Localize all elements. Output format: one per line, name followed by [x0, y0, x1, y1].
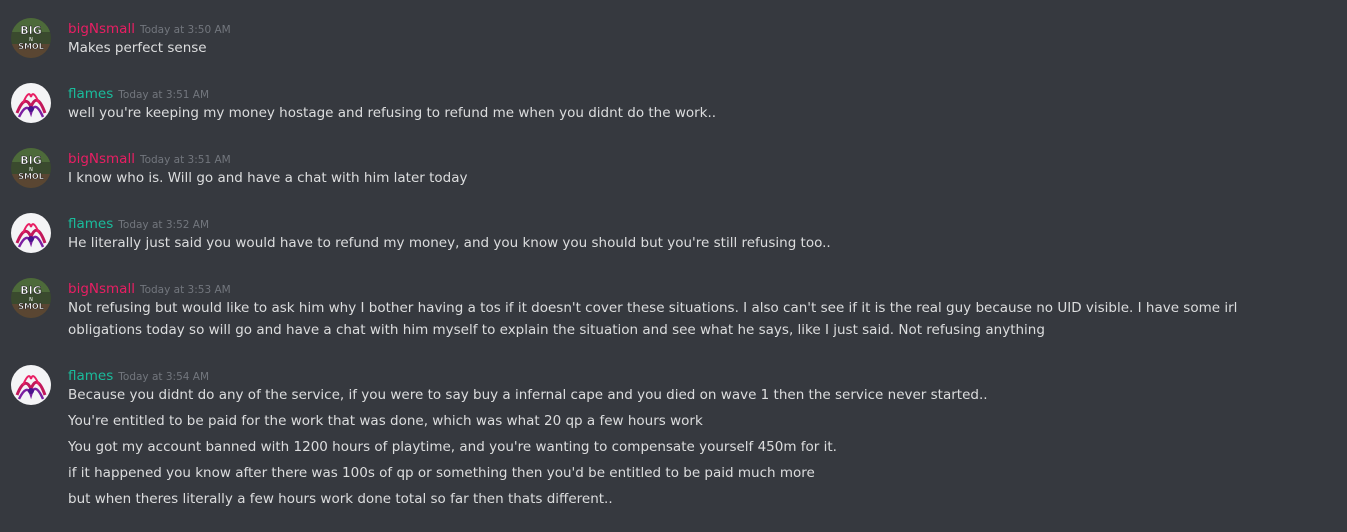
- flames-avatar-icon[interactable]: [11, 213, 51, 253]
- timestamp: Today at 3:54 AM: [118, 371, 210, 383]
- timestamp: Today at 3:51 AM: [118, 89, 210, 101]
- message-text: I know who is. Will go and have a chat w…: [68, 170, 468, 186]
- message-text: You're entitled to be paid for the work …: [68, 413, 703, 429]
- username[interactable]: flames: [68, 216, 113, 232]
- message-header: flames Today at 3:52 AM: [68, 213, 209, 233]
- chat-messages: BIG N SMOL bigNsmall Today at 3:50 AM Mak…: [0, 0, 1347, 532]
- svg-text:BIG: BIG: [20, 154, 42, 167]
- message-text: if it happened you know after there was …: [68, 465, 815, 481]
- flames-avatar-icon[interactable]: [11, 365, 51, 405]
- message-text: Not refusing but would like to ask him w…: [68, 300, 1238, 338]
- message-text: but when theres literally a few hours wo…: [68, 491, 613, 507]
- message-header: flames Today at 3:54 AM: [68, 365, 209, 385]
- timestamp: Today at 3:50 AM: [139, 24, 231, 36]
- message-text: well you're keeping my money hostage and…: [68, 105, 717, 121]
- message-header: bigNsmall Today at 3:53 AM: [68, 278, 231, 298]
- big-n-smol-avatar-icon[interactable]: BIG N SMOL: [11, 278, 51, 318]
- timestamp: Today at 3:53 AM: [139, 284, 231, 296]
- username[interactable]: bigNsmall: [68, 21, 135, 37]
- username[interactable]: bigNsmall: [68, 281, 135, 297]
- message-text: You got my account banned with 1200 hour…: [68, 439, 837, 455]
- username[interactable]: bigNsmall: [68, 151, 135, 167]
- username[interactable]: flames: [68, 368, 113, 384]
- big-n-smol-avatar-icon[interactable]: BIG N SMOL: [11, 148, 51, 188]
- message-header: bigNsmall Today at 3:50 AM: [68, 18, 231, 38]
- svg-text:BIG: BIG: [20, 24, 42, 37]
- message-text: Because you didnt do any of the service,…: [68, 387, 988, 403]
- svg-text:BIG: BIG: [20, 284, 42, 297]
- svg-text:SMOL: SMOL: [18, 302, 44, 311]
- flames-avatar-icon[interactable]: [11, 83, 51, 123]
- message-header: flames Today at 3:51 AM: [68, 83, 209, 103]
- big-n-smol-avatar-icon[interactable]: BIG N SMOL: [11, 18, 51, 58]
- timestamp: Today at 3:51 AM: [139, 154, 231, 166]
- timestamp: Today at 3:52 AM: [118, 219, 210, 231]
- message-text: He literally just said you would have to…: [68, 235, 831, 251]
- message-header: bigNsmall Today at 3:51 AM: [68, 148, 231, 168]
- message-text: Makes perfect sense: [68, 40, 207, 56]
- svg-text:SMOL: SMOL: [18, 42, 44, 51]
- username[interactable]: flames: [68, 86, 113, 102]
- svg-text:SMOL: SMOL: [18, 172, 44, 181]
